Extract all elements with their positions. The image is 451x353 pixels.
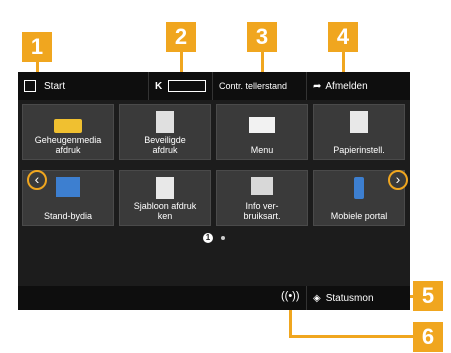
template-print-icon	[156, 177, 174, 199]
callout-3: 3	[247, 22, 277, 52]
page-dot	[221, 236, 225, 240]
mobile-portal-icon	[354, 177, 364, 199]
tile-menu[interactable]: Menu	[216, 104, 308, 160]
page-indicator: 1	[194, 232, 234, 244]
tile-label: Menu	[250, 145, 274, 155]
counter-value	[168, 80, 207, 92]
counter-check-button[interactable]: Contr. tellerstand	[212, 72, 306, 100]
tile-label: Sjabloon afdruk ken	[133, 201, 197, 221]
counter-check-label: Contr. tellerstand	[219, 81, 288, 91]
menu-icon	[249, 117, 275, 133]
top-bar: Start K Contr. tellerstand ➦ Afmelden	[18, 72, 410, 100]
tile-label: Stand-bydia	[43, 211, 93, 221]
status-monitor-button[interactable]: ◈ Statusmon	[306, 286, 410, 310]
home-icon	[24, 80, 36, 92]
tile-memory-media-print[interactable]: Geheugenmedia afdruk	[22, 104, 114, 160]
touch-panel-screen: Start K Contr. tellerstand ➦ Afmelden Ge…	[18, 72, 410, 310]
tile-label: Papierinstell.	[333, 145, 385, 155]
status-monitor-label: Statusmon	[325, 292, 374, 304]
scroll-right-button[interactable]: ›	[388, 170, 408, 190]
paper-settings-icon	[350, 111, 368, 133]
tile-paper-settings[interactable]: Papierinstell.	[313, 104, 405, 160]
tile-secure-print[interactable]: Beveiligde afdruk	[119, 104, 211, 160]
memory-card-icon	[54, 119, 82, 133]
logout-button[interactable]: ➦ Afmelden	[306, 72, 410, 100]
bottom-bar: ((•)) ◈ Statusmon	[18, 286, 410, 310]
wireless-icon: ((•))	[281, 290, 300, 302]
leader-line-6h	[289, 335, 415, 338]
callout-2: 2	[166, 22, 196, 52]
tile-template-print[interactable]: Sjabloon afdruk ken	[119, 170, 211, 226]
tile-label: Info ver- bruiksart.	[243, 201, 281, 221]
start-button[interactable]: Start	[18, 72, 148, 100]
callout-1: 1	[22, 32, 52, 62]
secure-print-icon	[156, 111, 174, 133]
logout-icon: ➦	[313, 80, 322, 92]
counter-label: K	[155, 80, 163, 92]
counter-display: K	[148, 72, 212, 100]
chevron-right-icon: ›	[395, 171, 401, 187]
standby-slideshow-icon	[56, 177, 80, 197]
callout-5: 5	[413, 281, 443, 311]
scroll-left-button[interactable]: ‹	[27, 170, 47, 190]
status-monitor-icon: ◈	[313, 292, 321, 304]
consumables-info-icon	[251, 177, 273, 195]
start-label: Start	[44, 80, 66, 92]
tile-consumables-info[interactable]: Info ver- bruiksart.	[216, 170, 308, 226]
tile-label: Geheugenmedia afdruk	[34, 135, 102, 155]
chevron-left-icon: ‹	[34, 171, 40, 187]
tile-label: Mobiele portal	[330, 211, 388, 221]
tile-label: Beveiligde afdruk	[144, 135, 186, 155]
callout-4: 4	[328, 22, 358, 52]
callout-6: 6	[413, 322, 443, 352]
logout-label: Afmelden	[325, 80, 368, 92]
page-dot-current: 1	[203, 233, 213, 243]
